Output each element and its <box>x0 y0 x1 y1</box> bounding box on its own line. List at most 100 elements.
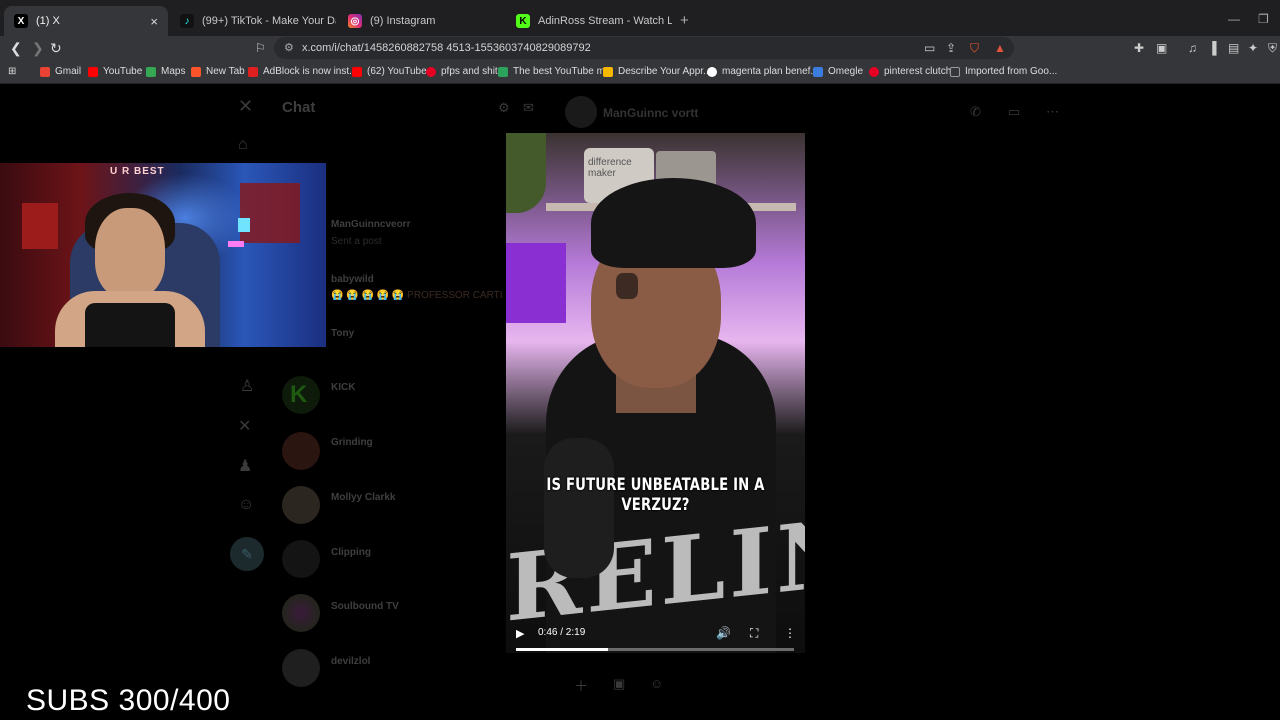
minimize-icon[interactable]: — <box>1228 12 1240 26</box>
pinterest-icon <box>869 66 879 77</box>
subs-counter: SUBS 300/400 <box>26 684 231 717</box>
video-player[interactable]: difference maker RELIN IS FUTURE UNBEATA… <box>506 133 805 653</box>
media-icon[interactable]: ♫ <box>1188 41 1197 55</box>
vpn-icon[interactable]: ⛨ <box>1268 41 1277 56</box>
tab-x[interactable]: X (1) X × <box>4 6 168 36</box>
tab-title: AdinRoss Stream - Watch Live on Kic <box>538 15 672 27</box>
back-icon[interactable]: ❮ <box>10 40 22 57</box>
site-info-icon[interactable]: ⚙ <box>284 41 294 54</box>
mail-icon <box>603 66 613 77</box>
pinterest-icon <box>426 66 436 77</box>
avatar <box>282 432 320 470</box>
play-icon[interactable]: ▶ <box>516 627 524 640</box>
settings-icon[interactable]: ⚙ <box>498 100 510 116</box>
instagram-icon: ◎ <box>348 14 362 28</box>
leo-icon[interactable]: ✦ <box>1248 41 1258 55</box>
kick-logo-icon: K <box>290 381 308 408</box>
tab-title: (99+) TikTok - Make Your Day <box>202 15 336 27</box>
tab-strip: X (1) X × ♪ (99+) TikTok - Make Your Day… <box>0 0 1280 36</box>
video-controls: ▶ 0:46 / 2:19 🔊 ⛶ ⋮ <box>516 623 796 649</box>
adblock-icon <box>248 66 258 77</box>
kick-icon: K <box>516 14 530 28</box>
more-options-icon[interactable]: ⋯ <box>1046 104 1059 120</box>
chat-title: Chat <box>282 99 316 116</box>
brave-shield-icon[interactable]: ⛉ <box>970 41 979 56</box>
bookmarks-bar: ⊞ Gmail YouTube Maps New Tab AdBlock is … <box>0 62 1280 84</box>
fullscreen-icon[interactable]: ⛶ <box>750 626 758 641</box>
tab-tiktok[interactable]: ♪ (99+) TikTok - Make Your Day <box>170 6 336 36</box>
bookmark-omegle[interactable]: Omegle <box>813 66 863 77</box>
wallet-icon[interactable]: ▤ <box>1228 41 1239 55</box>
address-bar[interactable]: ⚙ x.com/i/chat/1458260882758 4513-155360… <box>274 37 1014 59</box>
screenshot-icon[interactable]: ▣ <box>1156 41 1167 55</box>
compose-post-button[interactable]: ✎ <box>230 537 264 571</box>
video-progress-bar[interactable] <box>516 648 794 651</box>
youtube-icon <box>88 66 98 77</box>
bookmark-gmail[interactable]: Gmail <box>40 66 81 77</box>
x-logo-icon[interactable]: ✕ <box>238 96 253 117</box>
tab-instagram[interactable]: ◎ (9) Instagram <box>338 6 504 36</box>
close-icon[interactable]: × <box>150 14 158 29</box>
bookmark-youtube[interactable]: YouTube <box>88 66 142 77</box>
bookmark-pinterest[interactable]: pinterest clutch <box>869 66 951 77</box>
url-text: x.com/i/chat/1458260882758 4513-15536037… <box>302 42 591 54</box>
video-call-icon[interactable]: ▭ <box>1008 104 1020 120</box>
add-icon[interactable]: ＋ <box>574 676 588 696</box>
bookmark-magenta[interactable]: magenta plan benef... <box>707 66 819 77</box>
forward-icon[interactable]: ❯ <box>32 40 44 57</box>
call-icon[interactable]: ✆ <box>970 104 981 120</box>
bookmark-pfps[interactable]: pfps and shit <box>426 66 498 77</box>
sidebar-icon[interactable]: ▐ <box>1208 41 1217 55</box>
leaf-icon <box>498 66 508 77</box>
new-tab-button[interactable]: + <box>680 12 689 29</box>
google-icon <box>707 66 717 77</box>
video-time: 0:46 / 2:19 <box>538 627 586 638</box>
brave-icon <box>191 66 201 77</box>
tiktok-icon: ♪ <box>180 14 194 28</box>
shelf-label: difference maker <box>588 157 632 179</box>
emoji-icon[interactable]: ☺ <box>650 676 663 691</box>
grok-icon[interactable]: ♙ <box>240 376 254 396</box>
extensions-icon[interactable]: ✚ <box>1134 41 1144 55</box>
bookmark-youtube-62[interactable]: (62) YouTube <box>352 66 427 77</box>
avatar <box>282 540 320 578</box>
avatar <box>282 594 320 632</box>
profile-icon[interactable]: ♟ <box>238 456 252 476</box>
bookmark-icon[interactable]: ⚐ <box>255 41 266 55</box>
x-logo-icon: X <box>14 14 28 28</box>
share-icon[interactable]: ⇪ <box>946 41 956 55</box>
gif-icon[interactable]: ▣ <box>613 676 625 692</box>
gmail-icon <box>40 66 50 77</box>
reload-icon[interactable]: ↻ <box>50 40 62 57</box>
more-options-icon[interactable]: ⋮ <box>784 626 796 640</box>
video-caption: IS FUTURE UNBEATABLE IN A VERZUZ? <box>546 475 765 515</box>
avatar[interactable] <box>565 96 597 128</box>
more-icon[interactable]: ☺ <box>238 496 254 514</box>
webcam-overlay: U R BEST <box>0 163 326 347</box>
feather-icon: ✎ <box>241 545 253 562</box>
conversation-header-name: ManGuinnc vortt <box>603 106 699 120</box>
avatar <box>282 649 320 687</box>
new-message-icon[interactable]: ✉ <box>523 100 534 116</box>
video-progress-fill <box>516 648 608 651</box>
bookmark-describe[interactable]: Describe Your Appr... <box>603 66 711 77</box>
maps-icon <box>146 66 156 77</box>
restore-icon[interactable]: ❐ <box>1258 12 1269 26</box>
tab-kick[interactable]: K AdinRoss Stream - Watch Live on Kic <box>506 6 672 36</box>
bookmark-imported[interactable]: Imported from Goo... <box>950 66 1057 77</box>
bookmark-best-youtube[interactable]: The best YouTube m... <box>498 66 613 77</box>
cast-icon[interactable]: ▭ <box>924 41 935 55</box>
home-icon[interactable]: ⌂ <box>238 136 248 154</box>
avatar <box>282 486 320 524</box>
bookmark-maps[interactable]: Maps <box>146 66 185 77</box>
tab-title: (9) Instagram <box>370 15 436 27</box>
x-premium-icon[interactable]: ✕ <box>238 416 251 436</box>
volume-icon[interactable]: 🔊 <box>716 626 731 640</box>
browser-toolbar: ❮ ❯ ↻ ⚐ ⚙ x.com/i/chat/1458260882758 451… <box>0 36 1280 62</box>
tab-title: (1) X <box>36 15 60 27</box>
bookmark-adblock[interactable]: AdBlock is now inst... <box>248 66 357 77</box>
brave-rewards-icon[interactable]: ▲ <box>994 41 1006 55</box>
bookmark-new-tab[interactable]: New Tab <box>191 66 245 77</box>
apps-icon[interactable]: ⊞ <box>8 66 16 77</box>
neon-sign: U R BEST <box>110 166 165 177</box>
